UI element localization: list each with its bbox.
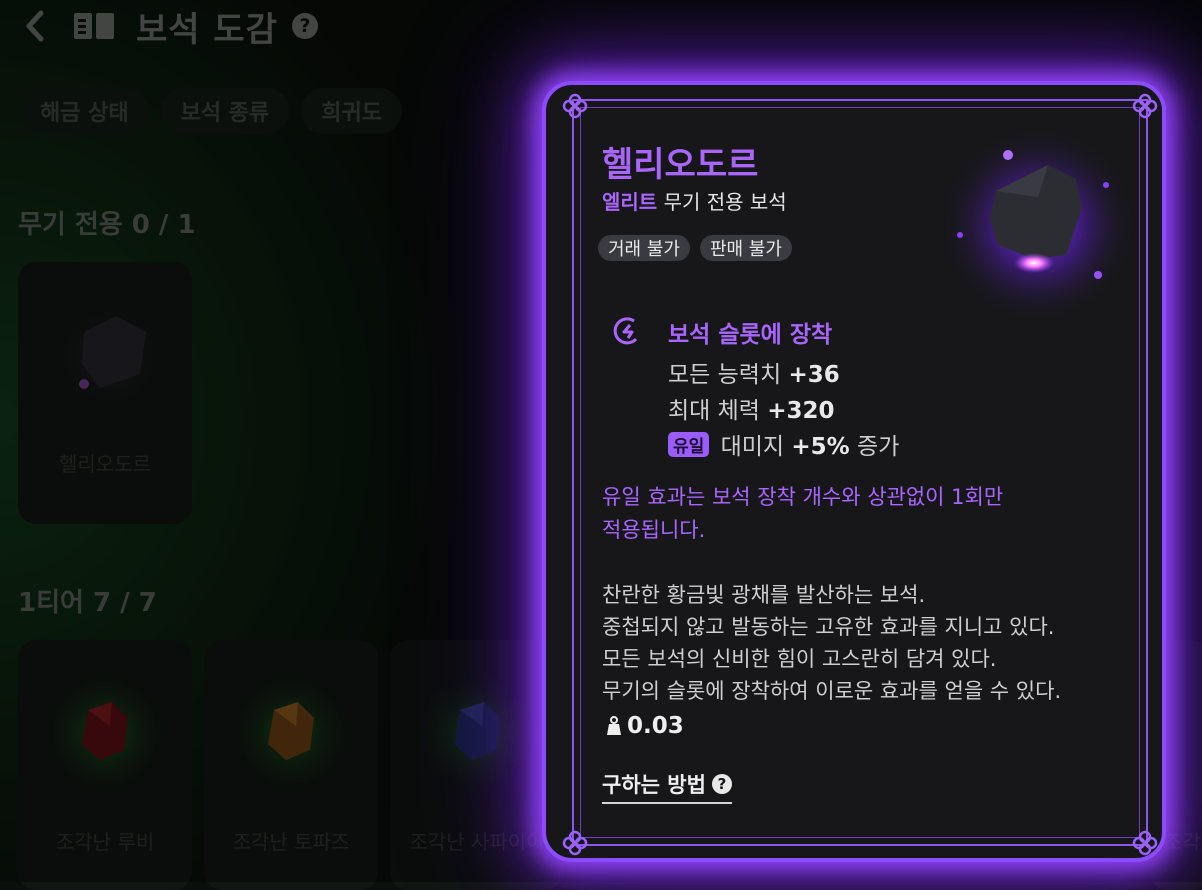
gem-description: 찬란한 황금빛 광채를 발산하는 보석. 중첩되지 않고 발동하는 고유한 효과… — [602, 583, 1062, 703]
corner-ornament-icon — [562, 830, 588, 856]
corner-ornament-icon — [1132, 830, 1158, 856]
corner-ornament-icon — [1132, 93, 1158, 119]
corner-ornament-icon — [562, 93, 588, 119]
equip-slot-icon — [613, 317, 638, 345]
gem-detail-popup: 헬리오도르 엘리트 무기 전용 보석 거래 불가 판매 불가 보석 슬롯에 장착 — [542, 81, 1166, 862]
weight-icon — [607, 716, 621, 735]
stat-max-hp: 최대 체력 +320 — [668, 398, 835, 424]
unique-badge: 유일 — [668, 432, 710, 457]
stat-unique-damage: 유일 대미지 +5% 증가 — [668, 427, 899, 461]
how-to-get-link[interactable]: 구하는 방법 ? — [602, 769, 732, 804]
gem-type: 무기 전용 보석 — [663, 190, 787, 214]
heliodor-gem-icon — [940, 127, 1136, 323]
gem-grade: 엘리트 — [602, 190, 658, 214]
slot-section-title: 보석 슬롯에 장착 — [668, 322, 833, 348]
stat-all-abilities: 모든 능력치 +36 — [668, 362, 840, 388]
help-icon: ? — [711, 774, 732, 794]
unique-effect-note: 유일 효과는 보석 장착 개수와 상관없이 1회만 적용됩니다. — [602, 485, 1004, 542]
gem-weight: 0.03 — [606, 713, 684, 739]
tag-untradeable: 거래 불가 — [598, 235, 690, 261]
gem-subtitle: 엘리트 무기 전용 보석 — [602, 186, 787, 215]
tag-list: 거래 불가 판매 불가 — [598, 235, 792, 261]
tag-unsellable: 판매 불가 — [699, 235, 792, 261]
gem-name: 헬리오도르 — [602, 145, 759, 185]
